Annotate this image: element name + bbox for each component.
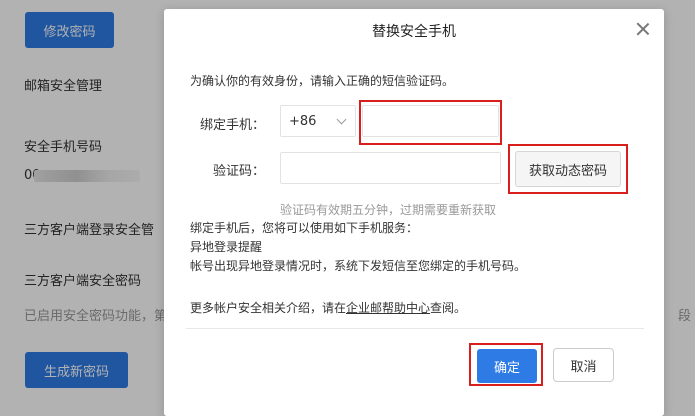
verification-code-input[interactable]: [280, 152, 501, 184]
confirm-button[interactable]: 确定: [477, 349, 537, 383]
replace-phone-dialog: 替换安全手机 为确认你的有效身份，请输入正确的短信验证码。 绑定手机： +86 …: [164, 9, 664, 416]
dialog-title: 替换安全手机: [372, 24, 456, 40]
phone-input[interactable]: [362, 105, 499, 137]
country-code-select[interactable]: +86: [280, 105, 356, 137]
footer-divider: [186, 328, 644, 329]
more-info-prefix: 更多帐户安全相关介绍，请在: [190, 301, 347, 315]
intro-text: 为确认你的有效身份，请输入正确的短信验证码。: [190, 74, 455, 88]
services-intro-text: 绑定手机后，您将可以使用如下手机服务：: [190, 221, 419, 235]
more-info-text: 更多帐户安全相关介绍，请在企业邮帮助中心查阅。: [190, 299, 466, 316]
remote-login-alert-heading: 异地登录提醒: [190, 240, 263, 254]
code-label: 验证码：: [213, 164, 266, 179]
remote-login-alert-description: 帐号出现异地登录情况时，系统下发短信至您绑定的手机号码。: [190, 259, 527, 273]
more-info-suffix: 查阅。: [430, 301, 467, 315]
close-icon[interactable]: [635, 21, 651, 37]
chevron-down-icon: [336, 114, 347, 125]
country-code-value: +86: [289, 113, 317, 129]
bind-phone-label: 绑定手机：: [200, 118, 266, 133]
help-center-link[interactable]: 企业邮帮助中心: [346, 301, 430, 315]
cancel-button[interactable]: 取消: [553, 348, 614, 382]
code-validity-hint: 验证码有效期五分钟，过期需要重新获取: [280, 203, 497, 217]
get-code-button[interactable]: 获取动态密码: [515, 151, 621, 187]
